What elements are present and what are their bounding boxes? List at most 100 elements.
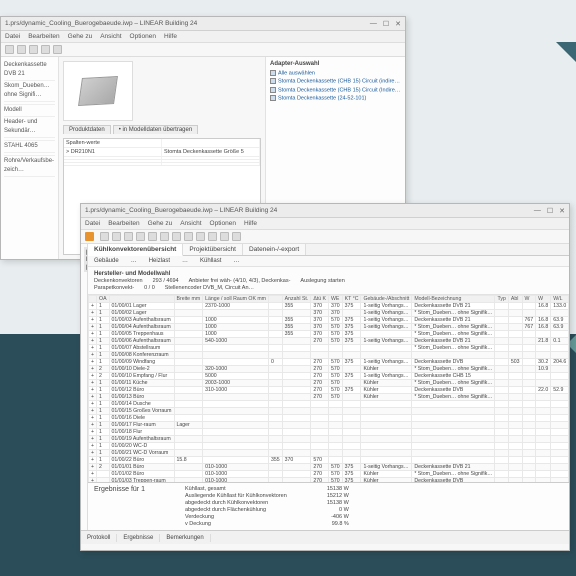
tool-icon[interactable] [17,45,26,54]
left-item[interactable]: Deckenkassette DVB 21 [4,60,55,81]
table-row[interactable]: +101/00/03 Aufenthaltsraum10003553705703… [89,317,569,324]
data-table-wrap[interactable]: OA Breite mmLänge / soll Raum OK mm Anzahl… [88,295,569,482]
left-item[interactable]: STAHL 4065 [4,141,55,153]
checkbox-icon[interactable] [270,78,276,84]
tool-icon[interactable] [5,45,14,54]
titlebar[interactable]: 1.prs/dynamic_Cooling_Buerogebaeude.iwp … [1,17,405,31]
table-row[interactable]: +101/00/07 Abstellraum* Stom_Dueben… ohn… [89,345,569,352]
grid-row[interactable]: > DR210N1Stomta Deckenkassette Größe 5 [64,148,260,157]
col-header[interactable]: OA [97,296,110,303]
col-header[interactable] [109,296,174,303]
subhdr-item[interactable]: … [233,258,239,264]
footer-tab[interactable]: Bemerkungen [160,534,210,542]
table-row[interactable]: +101/00/09 Windfang02705703751-seitig Vo… [89,359,569,366]
project-tree[interactable]: ◧ Projekt ◨ Alle reduzieren01 Bauabschni… [81,244,88,530]
checkbox-icon[interactable] [270,95,276,101]
tool-icon[interactable] [29,45,38,54]
col-header[interactable]: Abl [508,296,522,303]
menu-item[interactable]: Datei [85,220,100,227]
col-header[interactable] [89,296,97,303]
table-row[interactable]: +101/00/20 WC-D [89,443,569,450]
menu-item[interactable]: Optionen [130,33,156,40]
menu-item[interactable]: Datei [5,33,20,40]
menu-item[interactable]: Optionen [210,220,236,227]
col-header[interactable] [269,296,283,303]
close-icon[interactable]: ✕ [395,20,401,28]
left-item[interactable]: Skom_Dueben… ohne Signifi… [4,81,55,102]
table-row[interactable]: +101/00/11 Küche2003-1000270570Kühler* S… [89,380,569,387]
table-row[interactable]: +01/01/02 Büro010-1000270570375Kühler* S… [89,471,569,478]
adapter-item[interactable]: Stomta Deckenkassette (24-52-101) [270,94,401,102]
col-header[interactable]: KT °C [342,296,361,303]
menu-item[interactable]: Bearbeiten [108,220,139,227]
table-row[interactable]: +101/00/01 Lager2370-10003553703703751-s… [89,303,569,310]
tool-icon[interactable] [41,45,50,54]
table-row[interactable]: +101/00/18 Flur [89,429,569,436]
table-row[interactable]: +201/00/10 Diele-2320-1000270570Kühler* … [89,366,569,373]
menu-item[interactable]: Ansicht [180,220,201,227]
menu-item[interactable]: Ansicht [100,33,121,40]
tool-icon[interactable] [184,232,193,241]
tool-icon[interactable] [232,232,241,241]
checkbox-icon[interactable] [270,87,276,93]
menu-item[interactable]: Hilfe [244,220,257,227]
footer-tab[interactable]: Ergebnisse [117,534,160,542]
subhdr-item[interactable]: … [131,258,137,264]
col-header[interactable]: W [522,296,536,303]
table-row[interactable]: +101/00/12 Büro310-1000270570375KühlerDe… [89,387,569,394]
left-item[interactable]: Header- und Sekundär… [4,117,55,138]
table-row[interactable]: +101/00/02 Lager3703701-seitig Vorhangs…… [89,310,569,317]
col-header[interactable]: Gebäude-/Abschnitt [361,296,412,303]
menu-item[interactable]: Gehe zu [68,33,93,40]
close-icon[interactable]: ✕ [559,207,565,215]
left-item[interactable]: Modell [4,105,55,117]
table-row[interactable]: +101/00/13 Büro270570Kühler* Stom_Dueben… [89,394,569,401]
tool-icon[interactable] [196,232,205,241]
col-header[interactable]: Breite mm [174,296,203,303]
col-header[interactable]: Anzahl St. [282,296,311,303]
titlebar[interactable]: 1.prs/dynamic_Cooling_Buerogebaeude.iwp … [81,204,569,218]
table-row[interactable]: +101/00/08 Konferenzraum [89,352,569,359]
table-row[interactable]: +101/00/15 Großes Vorraum [89,408,569,415]
tool-icon[interactable] [160,232,169,241]
tool-icon[interactable] [148,232,157,241]
tool-icon[interactable] [136,232,145,241]
subhdr-item[interactable]: … [182,258,188,264]
minimize-icon[interactable]: — [370,20,377,28]
subhdr-item[interactable]: Heizlast [149,258,170,264]
table-row[interactable]: +201/00/10 Empfang / Flur50002705703751-… [89,373,569,380]
adapter-item[interactable]: Alle auswählen [270,69,401,77]
adapter-item[interactable]: Stomta Deckenkassette (CHB 15) Circuit (… [270,77,401,85]
table-row[interactable]: +101/00/14 Dusche [89,401,569,408]
mid-tab[interactable]: • in Modelldaten übertragen [113,125,198,134]
maximize-icon[interactable]: ☐ [547,207,553,215]
col-header[interactable]: Länge / soll Raum OK mm [203,296,269,303]
mid-tab[interactable]: Produktdaten [63,125,111,134]
col-header[interactable]: WE [329,296,343,303]
tool-icon[interactable] [124,232,133,241]
table-row[interactable]: +101/00/19 Aufenthaltsraum [89,436,569,443]
col-header[interactable]: W [536,296,551,303]
col-header[interactable]: Δtü K [311,296,329,303]
menu-item[interactable]: Hilfe [164,33,177,40]
table-row[interactable]: +101/00/22 Büro15.8355370570 [89,457,569,464]
table-row[interactable]: +101/00/06 Aufenthaltsraum540-1000270570… [89,338,569,345]
main-tab[interactable]: Datenein-/-export [243,244,306,255]
tool-icon[interactable] [53,45,62,54]
menu-item[interactable]: Bearbeiten [28,33,59,40]
table-row[interactable]: +101/00/21 WC-D Vorraum [89,450,569,457]
main-tab[interactable]: Kühlkonvektorenübersicht [88,244,183,256]
tool-icon[interactable] [112,232,121,241]
table-row[interactable]: +101/00/16 Diele [89,415,569,422]
tool-icon[interactable] [208,232,217,241]
subhdr-item[interactable]: Kühllast [200,258,221,264]
tool-icon[interactable] [172,232,181,241]
menu-item[interactable]: Gehe zu [148,220,173,227]
table-row[interactable]: +101/00/17 Flur-raumLager [89,422,569,429]
table-row[interactable]: +201/01/01 Büro010-10002705703751-seitig… [89,464,569,471]
left-item[interactable]: Rohre/Verkaufsbe-zeich… [4,156,55,177]
main-tab[interactable]: Projektübersicht [183,244,243,255]
grid-row[interactable] [64,163,260,166]
adapter-item[interactable]: Stomta Deckenkassette (CHB 15) Circuit (… [270,86,401,94]
col-header[interactable]: W/L [551,296,569,303]
